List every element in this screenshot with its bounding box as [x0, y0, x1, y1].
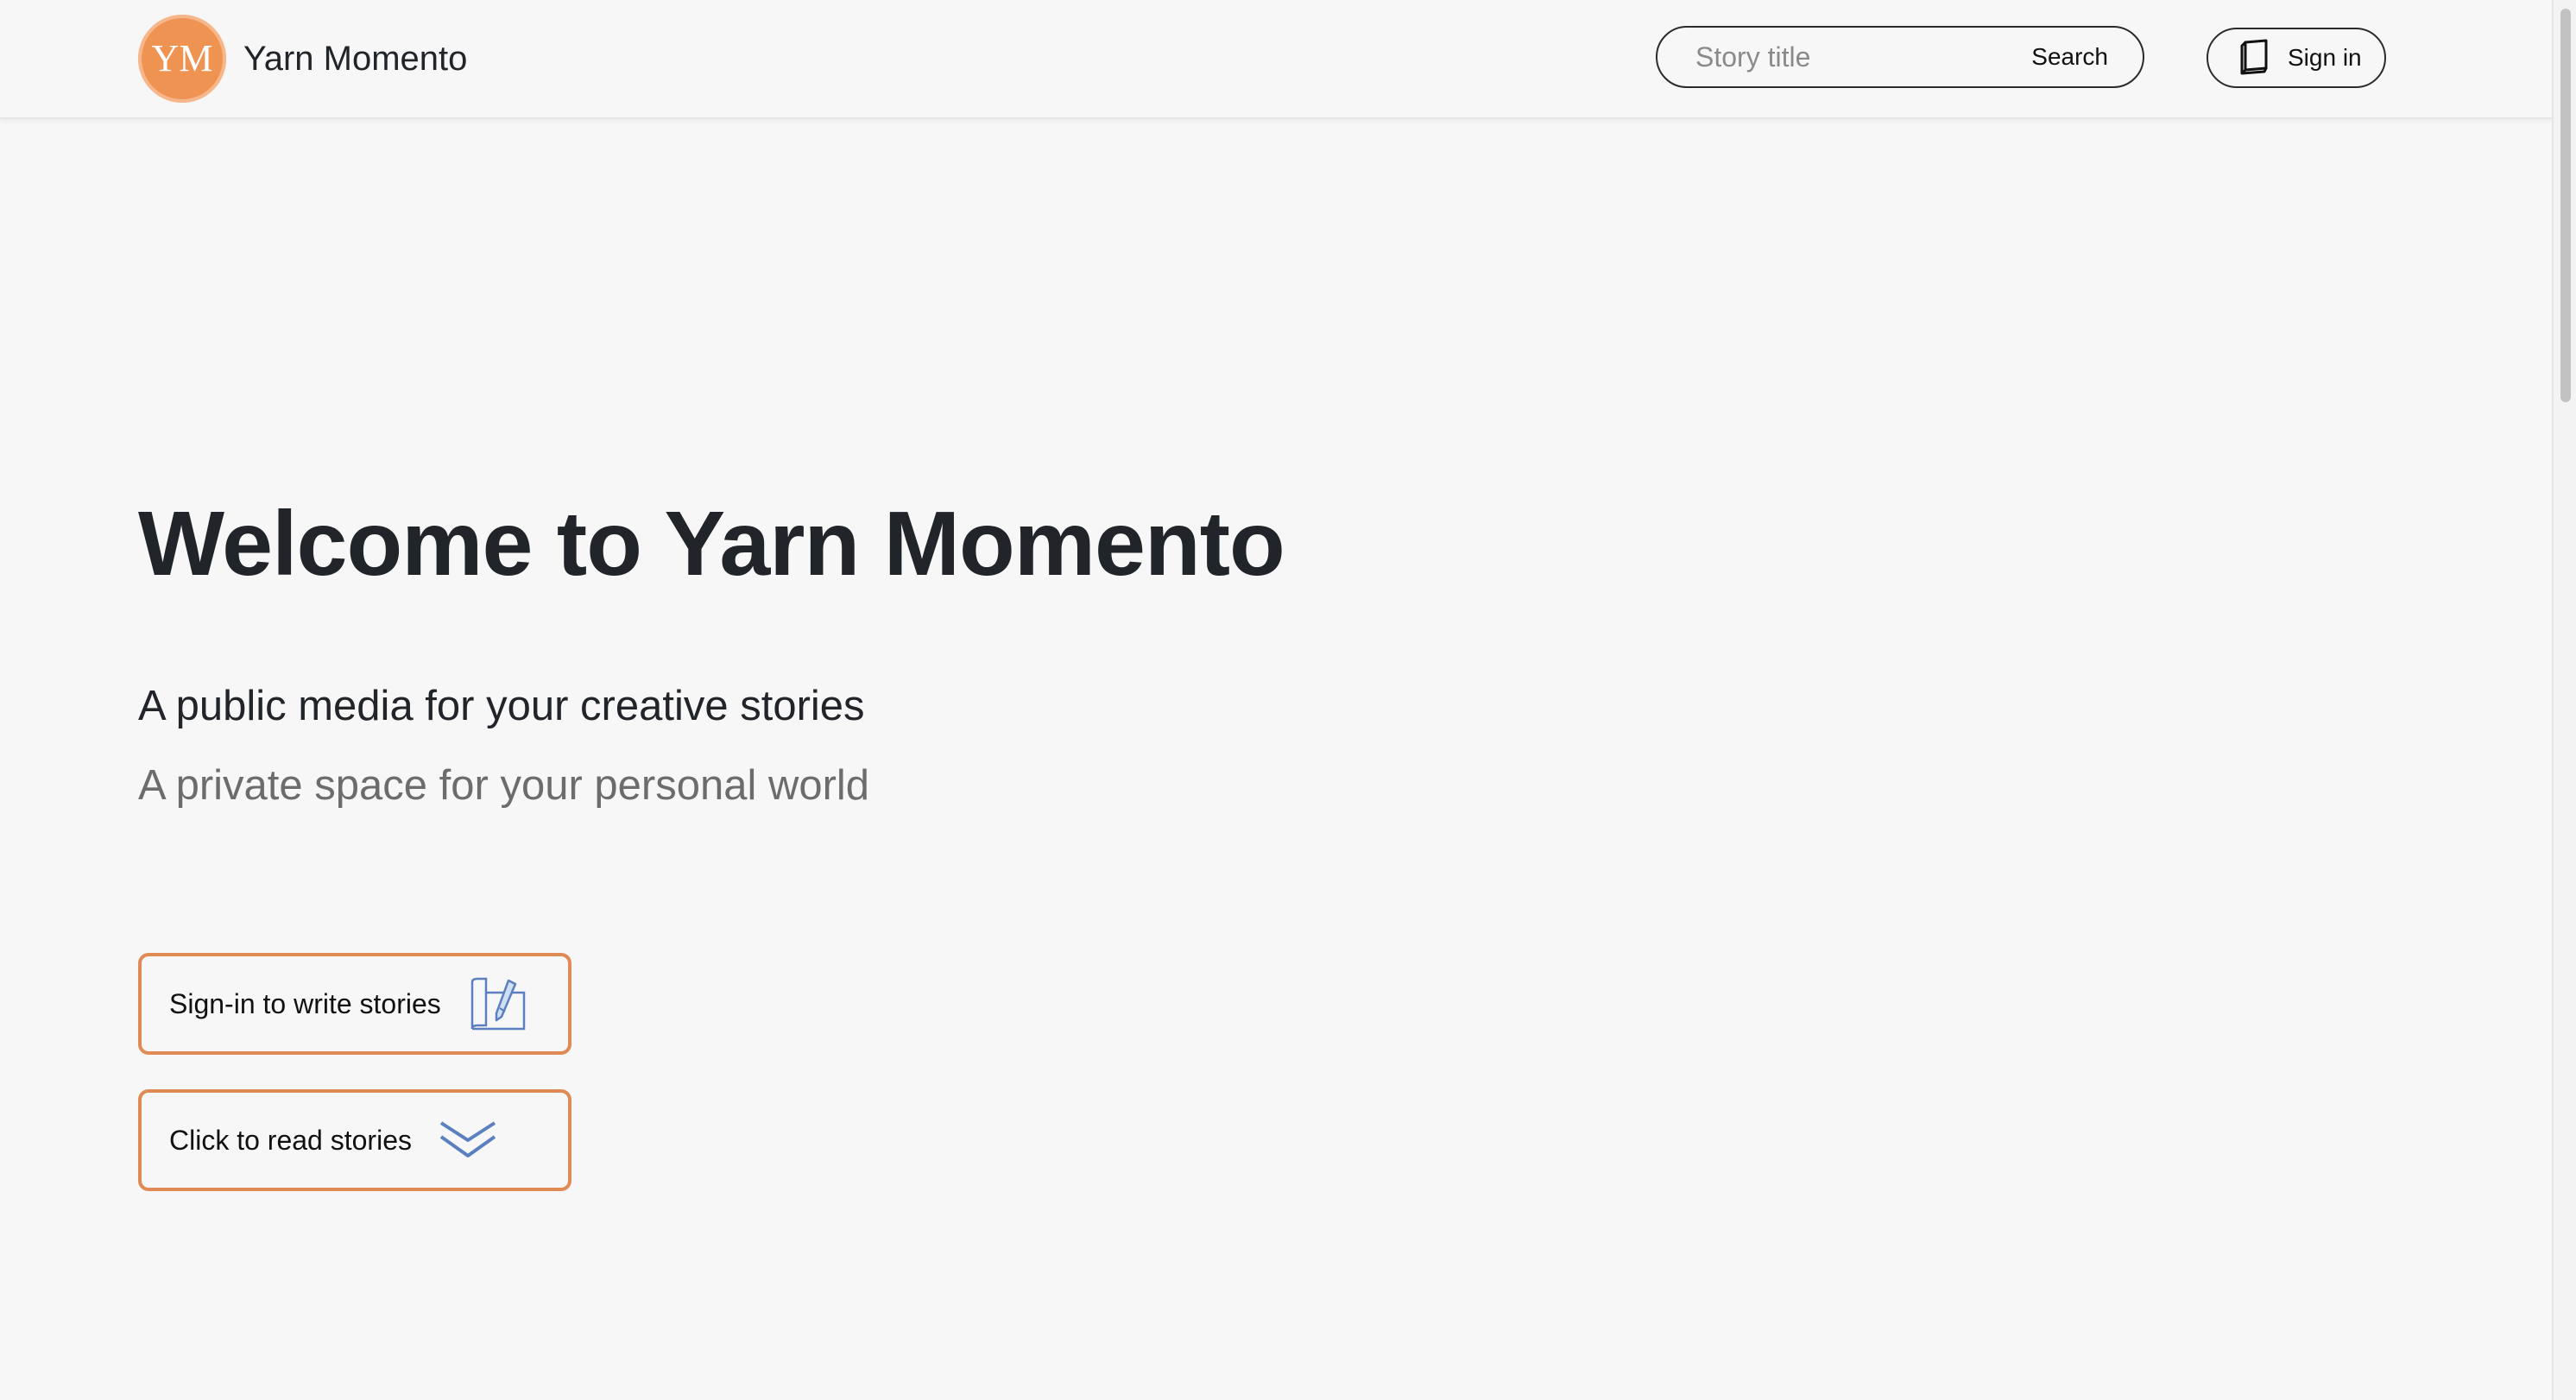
- search-form: Search: [1656, 26, 2144, 88]
- read-stories-button[interactable]: Click to read stories: [138, 1089, 571, 1191]
- logo-icon: YM: [138, 15, 226, 103]
- double-chevron-down-icon: [438, 1118, 498, 1163]
- sign-in-button[interactable]: Sign in: [2207, 28, 2386, 88]
- write-stories-label: Sign-in to write stories: [169, 987, 441, 1019]
- hero-subtitle-primary: A public media for your creative stories: [138, 683, 865, 729]
- write-scroll-icon: [467, 975, 527, 1032]
- search-button[interactable]: Search: [2031, 28, 2108, 86]
- page-scrollbar[interactable]: [2552, 0, 2576, 1400]
- brand-name: Yarn Momento: [243, 39, 468, 78]
- read-stories-label: Click to read stories: [169, 1124, 412, 1156]
- write-stories-button[interactable]: Sign-in to write stories: [138, 953, 571, 1055]
- page-title: Welcome to Yarn Momento: [138, 493, 1285, 595]
- book-icon: [2238, 38, 2272, 78]
- sign-in-label: Sign in: [2288, 44, 2362, 71]
- svg-text:YM: YM: [152, 37, 213, 79]
- search-input[interactable]: [1694, 40, 1982, 74]
- top-navbar: YM Yarn Momento Search Sign in: [0, 0, 2552, 119]
- scrollbar-thumb[interactable]: [2560, 9, 2571, 402]
- brand-link[interactable]: YM Yarn Momento: [138, 14, 467, 104]
- hero-subtitle-secondary: A private space for your personal world: [138, 762, 870, 809]
